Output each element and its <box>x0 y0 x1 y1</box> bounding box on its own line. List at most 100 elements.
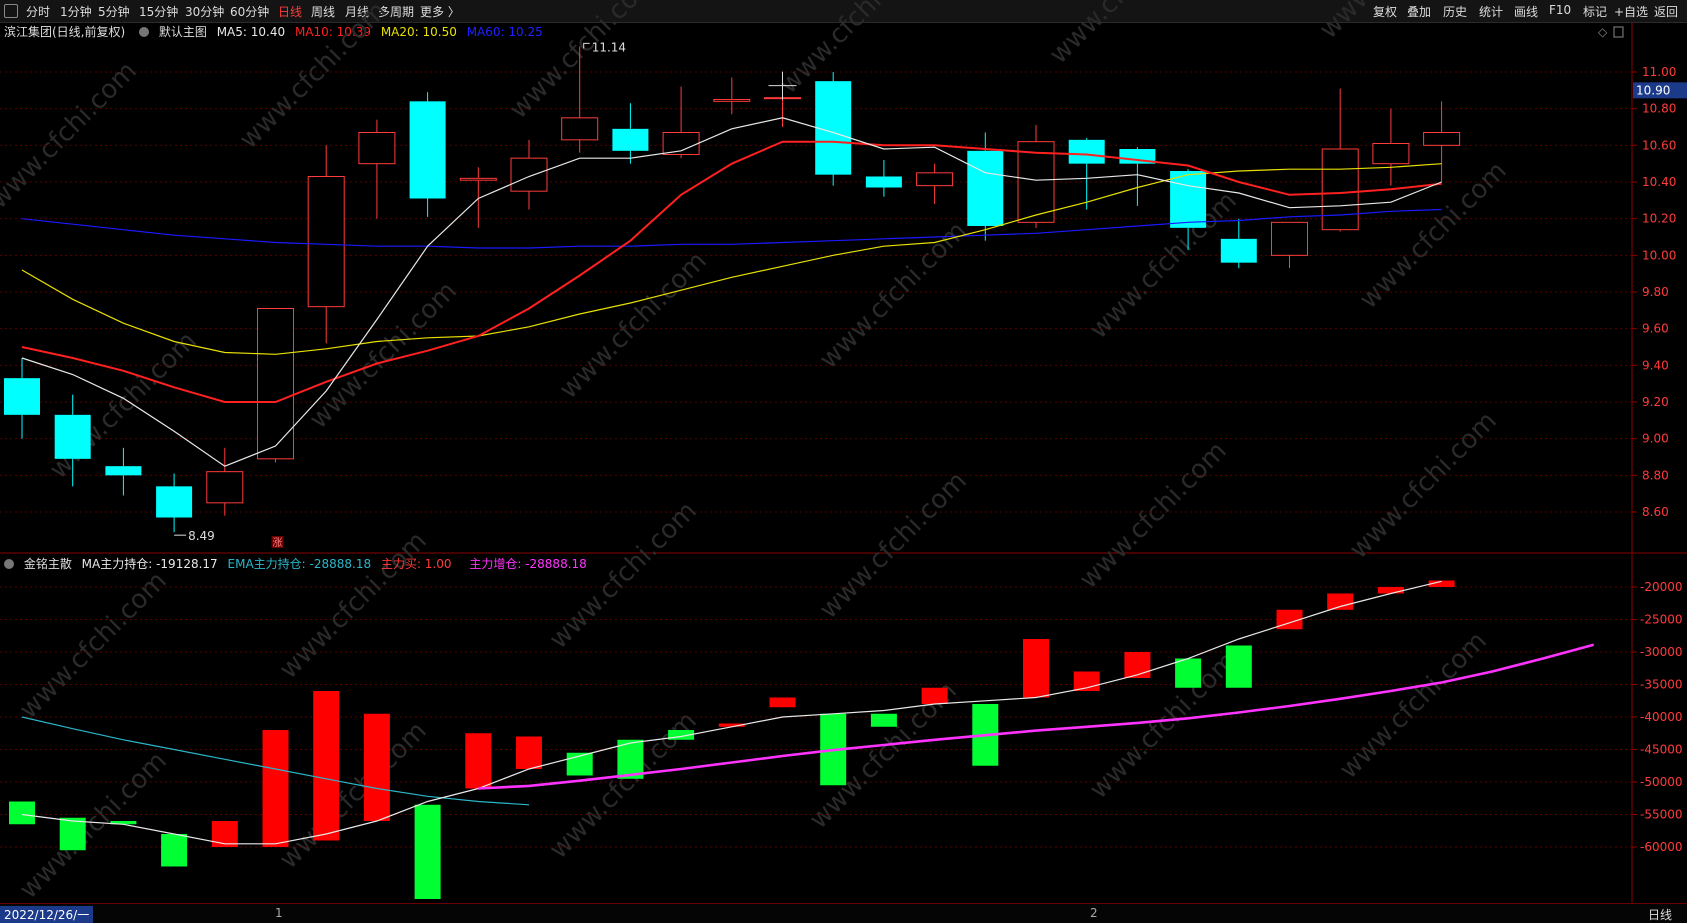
candle-body-16 <box>815 81 852 175</box>
indicator-bar-10 <box>516 736 542 769</box>
price-tick-label-9: 9.20 <box>1642 395 1669 409</box>
watermark-20: www.cfchi.com <box>544 706 703 865</box>
watermark-14: www.cfchi.com <box>544 496 703 655</box>
indicator-bar-6 <box>313 691 340 841</box>
candle-body-27 <box>1372 143 1410 165</box>
candle-body-4 <box>206 471 244 504</box>
indicator-bar-5 <box>262 730 289 847</box>
watermark-0: www.cfchi.com <box>0 56 143 215</box>
candle-body-1 <box>54 414 91 459</box>
price-tick-label-2: 10.60 <box>1642 138 1676 152</box>
price-tick-label-11: 8.80 <box>1642 468 1669 482</box>
price-tick-label-12: 8.60 <box>1642 505 1669 519</box>
indicator-bar-9 <box>465 733 492 789</box>
sub-tick-label-2: -30000 <box>1640 645 1683 659</box>
watermark-2: www.cfchi.com <box>504 0 663 125</box>
watermark-4: www.cfchi.com <box>1044 0 1203 70</box>
sub-tick-label-4: -40000 <box>1640 710 1683 724</box>
main-buy-label: 主力买: 1.00 <box>380 557 452 571</box>
sub-tick-label-0: -20000 <box>1640 580 1683 594</box>
indicator-bar-23 <box>1175 658 1202 688</box>
candle-body-9 <box>459 177 497 181</box>
candle-body-5 <box>257 308 294 460</box>
indicator-bar-24 <box>1225 645 1252 688</box>
indicator-bar-27 <box>1377 587 1404 594</box>
watermark-17: www.cfchi.com <box>1344 406 1503 565</box>
indicator-bar-15 <box>769 697 796 708</box>
indicator-bar-8 <box>414 804 441 899</box>
indicator-bar-20 <box>1023 639 1049 698</box>
current-date: 2022/12/26/一 <box>0 906 94 923</box>
ma-hold-label: MA主力持仓: -19128.17 <box>81 557 218 571</box>
indicator-bar-0 <box>9 801 35 825</box>
ma10-line <box>21 140 1442 403</box>
indicator-bar-7 <box>363 713 390 821</box>
price-tick-label-10: 9.00 <box>1642 432 1669 446</box>
high-price-label: 11.14 <box>592 40 626 54</box>
diamond-icon: ◇ <box>1598 25 1608 39</box>
indicator-bar-3 <box>161 834 188 867</box>
watermark-5: www.cfchi.com <box>1314 0 1473 45</box>
indicator-bar-4 <box>211 821 238 847</box>
watermark-11: www.cfchi.com <box>1354 156 1513 315</box>
indicator-bar-17 <box>870 713 897 727</box>
kline-chart[interactable]: www.cfchi.com www.cfchi.com www.cfchi.com w… <box>0 0 1687 922</box>
watermark-16: www.cfchi.com <box>1074 436 1233 595</box>
candle-body-0 <box>4 378 40 415</box>
indicator-bar-1 <box>59 817 86 851</box>
main-add-label: 主力增仓: -28888.18 <box>469 557 587 571</box>
current-price-label: 10.90 <box>1636 83 1670 97</box>
candle-body-2 <box>105 466 142 476</box>
sub-tick-label-7: -55000 <box>1640 808 1683 822</box>
candle-body-8 <box>409 101 446 199</box>
price-tick-label-1: 10.80 <box>1642 102 1676 116</box>
month-label-2: 2 <box>1090 906 1098 920</box>
ema-hold-label: EMA主力持仓: -28888.18 <box>227 557 372 571</box>
limit-up-mark: 涨 <box>273 537 283 549</box>
indicator-header: 金铭主散 MA主力持仓: -19128.17 EMA主力持仓: -28888.1… <box>0 555 593 573</box>
watermark-10: www.cfchi.com <box>1084 186 1243 345</box>
candle-body-17 <box>865 176 902 188</box>
panel-toggle-icon <box>1613 26 1624 38</box>
candle-body-10 <box>510 157 548 192</box>
price-tick-label-3: 10.40 <box>1642 175 1676 189</box>
watermark-1: www.cfchi.com <box>234 0 393 155</box>
low-price-label: 8.49 <box>188 529 215 543</box>
price-tick-label-4: 10.20 <box>1642 212 1676 226</box>
sub-tick-label-6: -50000 <box>1640 775 1683 789</box>
sub-tick-label-8: -60000 <box>1640 840 1683 854</box>
watermark-15: www.cfchi.com <box>814 466 973 625</box>
candle-body-11 <box>561 117 599 141</box>
candle-body-18 <box>916 172 954 187</box>
indicator-bar-26 <box>1327 593 1354 610</box>
candle-body-6 <box>307 176 345 308</box>
sub-tick-label-1: -25000 <box>1640 613 1683 627</box>
candle-body-12 <box>612 128 649 151</box>
candle-body-25 <box>1271 221 1308 256</box>
indicator-bar-18 <box>921 687 948 704</box>
candle-body-19 <box>967 150 1004 226</box>
sub-tick-label-3: -35000 <box>1640 678 1683 692</box>
candle-body-21 <box>1068 139 1105 164</box>
period-label[interactable]: 日线 <box>1648 906 1672 923</box>
indicator-toggle-icon[interactable] <box>4 559 14 569</box>
price-tick-label-6: 9.80 <box>1642 285 1669 299</box>
month-label-1: 1 <box>275 906 283 920</box>
date-axis-bar: 2022/12/26/一 1 2 日线 <box>0 903 1687 923</box>
candle-body-14 <box>713 99 751 102</box>
candle-body-3 <box>156 486 193 518</box>
candle-body-24 <box>1220 238 1257 263</box>
candle-body-23 <box>1170 171 1207 228</box>
watermark-12: www.cfchi.com <box>14 566 173 725</box>
watermark-13: www.cfchi.com <box>274 526 433 685</box>
indicator-name[interactable]: 金铭主散 <box>24 557 72 571</box>
price-tick-label-5: 10.00 <box>1642 248 1676 262</box>
price-tick-label-7: 9.60 <box>1642 322 1669 336</box>
price-tick-label-8: 9.40 <box>1642 358 1669 372</box>
candle-body-26 <box>1321 148 1359 231</box>
watermark-18: www.cfchi.com <box>14 746 173 905</box>
candle-body-7 <box>358 132 396 165</box>
watermark-8: www.cfchi.com <box>554 246 713 405</box>
watermark-9: www.cfchi.com <box>814 216 973 375</box>
watermark-23: www.cfchi.com <box>1334 626 1493 785</box>
